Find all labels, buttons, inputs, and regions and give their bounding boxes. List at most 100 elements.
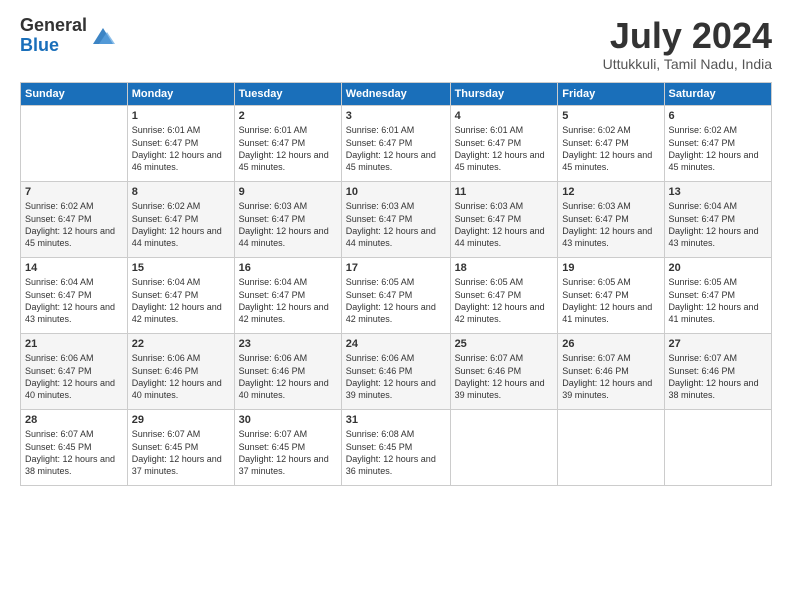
logo-icon [89, 22, 117, 50]
daylight-info: Daylight: 12 hours and 37 minutes. [132, 453, 230, 477]
day-number: 1 [132, 109, 230, 124]
sunset-info: Sunset: 6:47 PM [239, 289, 337, 301]
daylight-info: Daylight: 12 hours and 44 minutes. [132, 225, 230, 249]
day-number: 14 [25, 261, 123, 276]
header-wednesday: Wednesday [341, 82, 450, 105]
sunrise-info: Sunrise: 6:02 AM [25, 200, 123, 212]
sunrise-info: Sunrise: 6:07 AM [25, 428, 123, 440]
daylight-info: Daylight: 12 hours and 39 minutes. [455, 377, 554, 401]
sunset-info: Sunset: 6:46 PM [562, 365, 659, 377]
day-number: 23 [239, 337, 337, 352]
sunrise-info: Sunrise: 6:01 AM [346, 124, 446, 136]
calendar-cell [450, 409, 558, 485]
sunrise-info: Sunrise: 6:01 AM [132, 124, 230, 136]
sunrise-info: Sunrise: 6:03 AM [239, 200, 337, 212]
sunset-info: Sunset: 6:47 PM [669, 289, 767, 301]
sunrise-info: Sunrise: 6:03 AM [455, 200, 554, 212]
calendar-cell: 23Sunrise: 6:06 AMSunset: 6:46 PMDayligh… [234, 333, 341, 409]
calendar-cell: 7Sunrise: 6:02 AMSunset: 6:47 PMDaylight… [21, 181, 128, 257]
daylight-info: Daylight: 12 hours and 42 minutes. [346, 301, 446, 325]
calendar-cell [21, 105, 128, 181]
calendar-table: Sunday Monday Tuesday Wednesday Thursday… [20, 82, 772, 486]
sunset-info: Sunset: 6:47 PM [346, 213, 446, 225]
sunset-info: Sunset: 6:47 PM [346, 289, 446, 301]
daylight-info: Daylight: 12 hours and 40 minutes. [25, 377, 123, 401]
day-number: 29 [132, 413, 230, 428]
calendar-body: 1Sunrise: 6:01 AMSunset: 6:47 PMDaylight… [21, 105, 772, 485]
sunrise-info: Sunrise: 6:05 AM [669, 276, 767, 288]
daylight-info: Daylight: 12 hours and 43 minutes. [25, 301, 123, 325]
day-number: 6 [669, 109, 767, 124]
sunrise-info: Sunrise: 6:01 AM [455, 124, 554, 136]
calendar-cell: 13Sunrise: 6:04 AMSunset: 6:47 PMDayligh… [664, 181, 771, 257]
daylight-info: Daylight: 12 hours and 42 minutes. [132, 301, 230, 325]
daylight-info: Daylight: 12 hours and 39 minutes. [562, 377, 659, 401]
sunset-info: Sunset: 6:47 PM [25, 289, 123, 301]
day-number: 30 [239, 413, 337, 428]
sunset-info: Sunset: 6:47 PM [455, 213, 554, 225]
calendar-cell: 30Sunrise: 6:07 AMSunset: 6:45 PMDayligh… [234, 409, 341, 485]
day-number: 17 [346, 261, 446, 276]
calendar-cell: 21Sunrise: 6:06 AMSunset: 6:47 PMDayligh… [21, 333, 128, 409]
daylight-info: Daylight: 12 hours and 42 minutes. [455, 301, 554, 325]
daylight-info: Daylight: 12 hours and 38 minutes. [25, 453, 123, 477]
header-monday: Monday [127, 82, 234, 105]
sunrise-info: Sunrise: 6:04 AM [132, 276, 230, 288]
sunset-info: Sunset: 6:47 PM [132, 213, 230, 225]
location: Uttukkuli, Tamil Nadu, India [603, 56, 772, 72]
calendar-cell: 28Sunrise: 6:07 AMSunset: 6:45 PMDayligh… [21, 409, 128, 485]
sunset-info: Sunset: 6:46 PM [132, 365, 230, 377]
calendar-cell: 14Sunrise: 6:04 AMSunset: 6:47 PMDayligh… [21, 257, 128, 333]
sunrise-info: Sunrise: 6:03 AM [562, 200, 659, 212]
calendar-cell: 31Sunrise: 6:08 AMSunset: 6:45 PMDayligh… [341, 409, 450, 485]
sunset-info: Sunset: 6:46 PM [239, 365, 337, 377]
day-number: 2 [239, 109, 337, 124]
header-sunday: Sunday [21, 82, 128, 105]
sunrise-info: Sunrise: 6:01 AM [239, 124, 337, 136]
daylight-info: Daylight: 12 hours and 44 minutes. [239, 225, 337, 249]
sunset-info: Sunset: 6:47 PM [132, 137, 230, 149]
sunrise-info: Sunrise: 6:02 AM [669, 124, 767, 136]
logo-text: General Blue [20, 16, 87, 56]
sunrise-info: Sunrise: 6:07 AM [562, 352, 659, 364]
header-row: Sunday Monday Tuesday Wednesday Thursday… [21, 82, 772, 105]
daylight-info: Daylight: 12 hours and 41 minutes. [562, 301, 659, 325]
calendar-week-row: 28Sunrise: 6:07 AMSunset: 6:45 PMDayligh… [21, 409, 772, 485]
header: General Blue July 2024 Uttukkuli, Tamil … [20, 16, 772, 72]
daylight-info: Daylight: 12 hours and 40 minutes. [239, 377, 337, 401]
sunrise-info: Sunrise: 6:05 AM [346, 276, 446, 288]
sunrise-info: Sunrise: 6:04 AM [669, 200, 767, 212]
calendar-week-row: 7Sunrise: 6:02 AMSunset: 6:47 PMDaylight… [21, 181, 772, 257]
calendar-cell: 2Sunrise: 6:01 AMSunset: 6:47 PMDaylight… [234, 105, 341, 181]
daylight-info: Daylight: 12 hours and 37 minutes. [239, 453, 337, 477]
sunset-info: Sunset: 6:46 PM [669, 365, 767, 377]
sunrise-info: Sunrise: 6:06 AM [239, 352, 337, 364]
daylight-info: Daylight: 12 hours and 42 minutes. [239, 301, 337, 325]
logo: General Blue [20, 16, 117, 56]
day-number: 25 [455, 337, 554, 352]
sunset-info: Sunset: 6:47 PM [562, 289, 659, 301]
sunset-info: Sunset: 6:47 PM [239, 137, 337, 149]
title-block: July 2024 Uttukkuli, Tamil Nadu, India [603, 16, 772, 72]
day-number: 16 [239, 261, 337, 276]
sunset-info: Sunset: 6:47 PM [25, 213, 123, 225]
header-friday: Friday [558, 82, 664, 105]
day-number: 28 [25, 413, 123, 428]
sunset-info: Sunset: 6:47 PM [132, 289, 230, 301]
sunrise-info: Sunrise: 6:06 AM [25, 352, 123, 364]
calendar-cell: 18Sunrise: 6:05 AMSunset: 6:47 PMDayligh… [450, 257, 558, 333]
calendar-cell: 29Sunrise: 6:07 AMSunset: 6:45 PMDayligh… [127, 409, 234, 485]
day-number: 3 [346, 109, 446, 124]
calendar-cell: 6Sunrise: 6:02 AMSunset: 6:47 PMDaylight… [664, 105, 771, 181]
sunset-info: Sunset: 6:47 PM [455, 289, 554, 301]
calendar-cell: 1Sunrise: 6:01 AMSunset: 6:47 PMDaylight… [127, 105, 234, 181]
sunset-info: Sunset: 6:45 PM [239, 441, 337, 453]
sunrise-info: Sunrise: 6:02 AM [132, 200, 230, 212]
calendar-cell: 3Sunrise: 6:01 AMSunset: 6:47 PMDaylight… [341, 105, 450, 181]
header-saturday: Saturday [664, 82, 771, 105]
logo-blue: Blue [20, 36, 87, 56]
sunset-info: Sunset: 6:45 PM [132, 441, 230, 453]
day-number: 10 [346, 185, 446, 200]
calendar-cell: 12Sunrise: 6:03 AMSunset: 6:47 PMDayligh… [558, 181, 664, 257]
sunset-info: Sunset: 6:47 PM [346, 137, 446, 149]
